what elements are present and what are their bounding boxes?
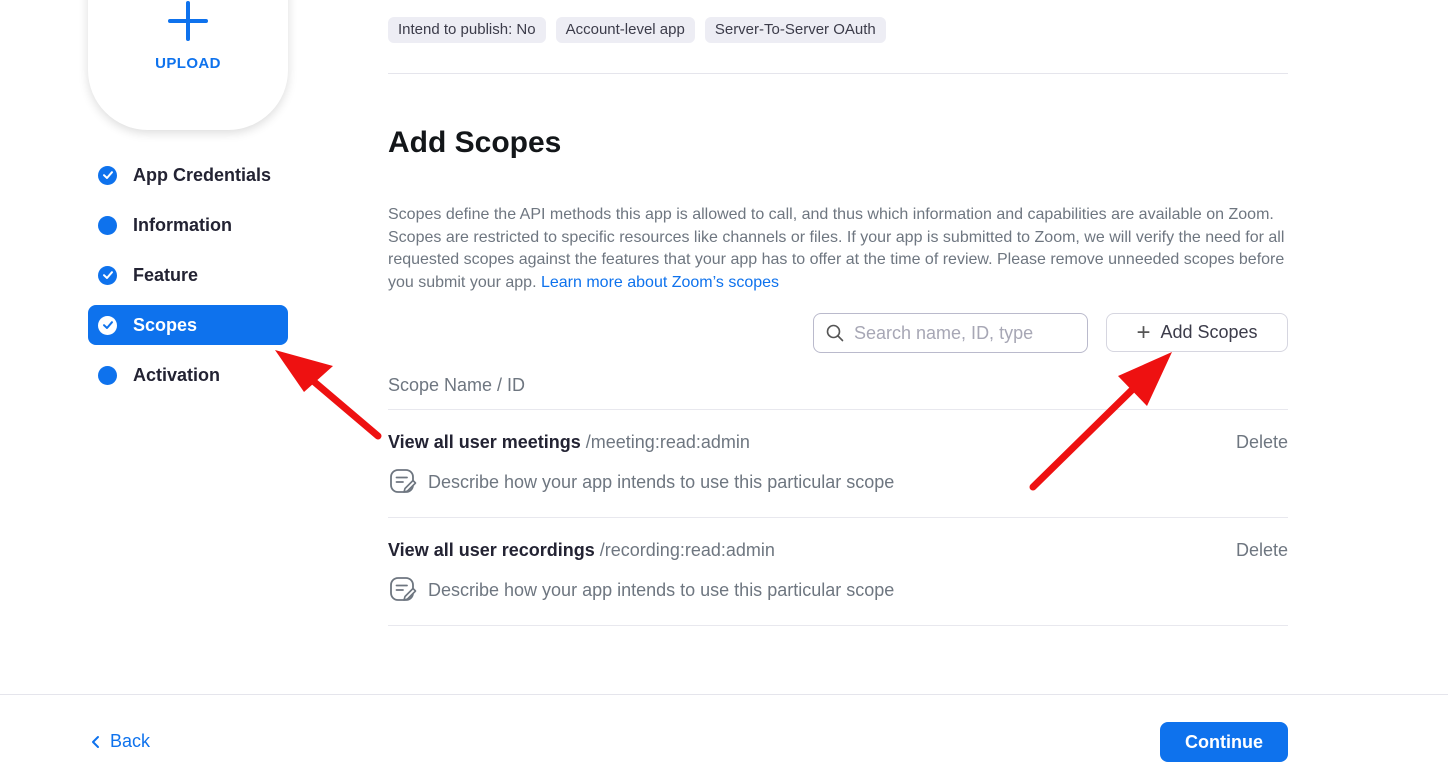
scope-id: /recording:read:admin	[599, 540, 775, 560]
sidebar-item-label: Information	[133, 214, 232, 235]
plus-icon	[168, 1, 208, 41]
scope-row: View all user recordings /recording:read…	[388, 518, 1288, 626]
arrow-to-scopes-icon	[275, 350, 382, 440]
tag-app-level: Account-level app	[555, 17, 695, 43]
sidebar-nav: App Credentials Information Feature Scop…	[88, 155, 288, 405]
sidebar-item-activation[interactable]: Activation	[88, 355, 288, 395]
sidebar-item-label: Activation	[133, 364, 221, 385]
description-text: Scopes define the API methods this app i…	[388, 206, 1285, 291]
sidebar-item-feature[interactable]: Feature	[88, 255, 288, 295]
dot-icon	[98, 365, 117, 385]
back-label: Back	[110, 731, 151, 751]
app-page: UPLOAD App Credentials Information Featu…	[0, 0, 1448, 776]
upload-label: UPLOAD	[155, 55, 221, 72]
delete-scope-button[interactable]: Delete	[1236, 432, 1288, 453]
upload-card[interactable]: UPLOAD	[88, 0, 288, 130]
search-input[interactable]	[854, 322, 1074, 344]
scope-row: View all user meetings /meeting:read:adm…	[388, 410, 1288, 518]
scope-search[interactable]	[813, 313, 1088, 353]
search-icon	[826, 324, 844, 342]
sidebar-item-label: App Credentials	[133, 164, 272, 185]
add-scopes-label: Add Scopes	[1160, 322, 1258, 342]
tag-auth-type: Server-To-Server OAuth	[704, 17, 886, 43]
delete-scope-button[interactable]: Delete	[1236, 540, 1288, 561]
sidebar-item-label: Feature	[133, 264, 199, 285]
add-scopes-button[interactable]: + Add Scopes	[1106, 313, 1288, 352]
sidebar-item-label: Scopes	[133, 314, 198, 335]
app-tags: Intend to publish: No Account-level app …	[388, 17, 886, 43]
scope-note-placeholder: Describe how your app intends to use thi…	[428, 579, 895, 600]
page-title: Add Scopes	[388, 126, 562, 159]
sidebar-item-information[interactable]: Information	[88, 205, 288, 245]
footer-divider	[0, 694, 1448, 695]
scope-name: View all user recordings	[388, 540, 595, 560]
check-circle-icon	[98, 265, 117, 285]
continue-button[interactable]: Continue	[1160, 722, 1288, 762]
edit-note-icon	[390, 577, 417, 601]
scope-id: /meeting:read:admin	[585, 432, 750, 452]
check-circle-icon	[98, 165, 117, 185]
scope-title: View all user meetings /meeting:read:adm…	[388, 432, 750, 453]
learn-more-link[interactable]: Learn more about Zoom’s scopes	[541, 274, 779, 291]
divider	[388, 73, 1288, 74]
scope-name: View all user meetings	[388, 432, 581, 452]
scopes-description: Scopes define the API methods this app i…	[388, 204, 1288, 294]
scope-description-input[interactable]: Describe how your app intends to use thi…	[388, 467, 894, 497]
sidebar-item-app-credentials[interactable]: App Credentials	[88, 155, 288, 195]
tag-publish: Intend to publish: No	[388, 17, 546, 43]
plus-icon: +	[1136, 318, 1151, 346]
edit-note-icon	[390, 469, 417, 493]
dot-icon	[98, 215, 117, 235]
chevron-left-icon	[92, 735, 99, 748]
back-link[interactable]: Back	[90, 731, 150, 752]
check-circle-icon	[98, 315, 117, 335]
scope-description-input[interactable]: Describe how your app intends to use thi…	[388, 575, 894, 605]
scope-note-placeholder: Describe how your app intends to use thi…	[428, 471, 895, 492]
sidebar-item-scopes[interactable]: Scopes	[88, 305, 288, 345]
column-header: Scope Name / ID	[388, 375, 526, 395]
scope-title: View all user recordings /recording:read…	[388, 540, 775, 561]
